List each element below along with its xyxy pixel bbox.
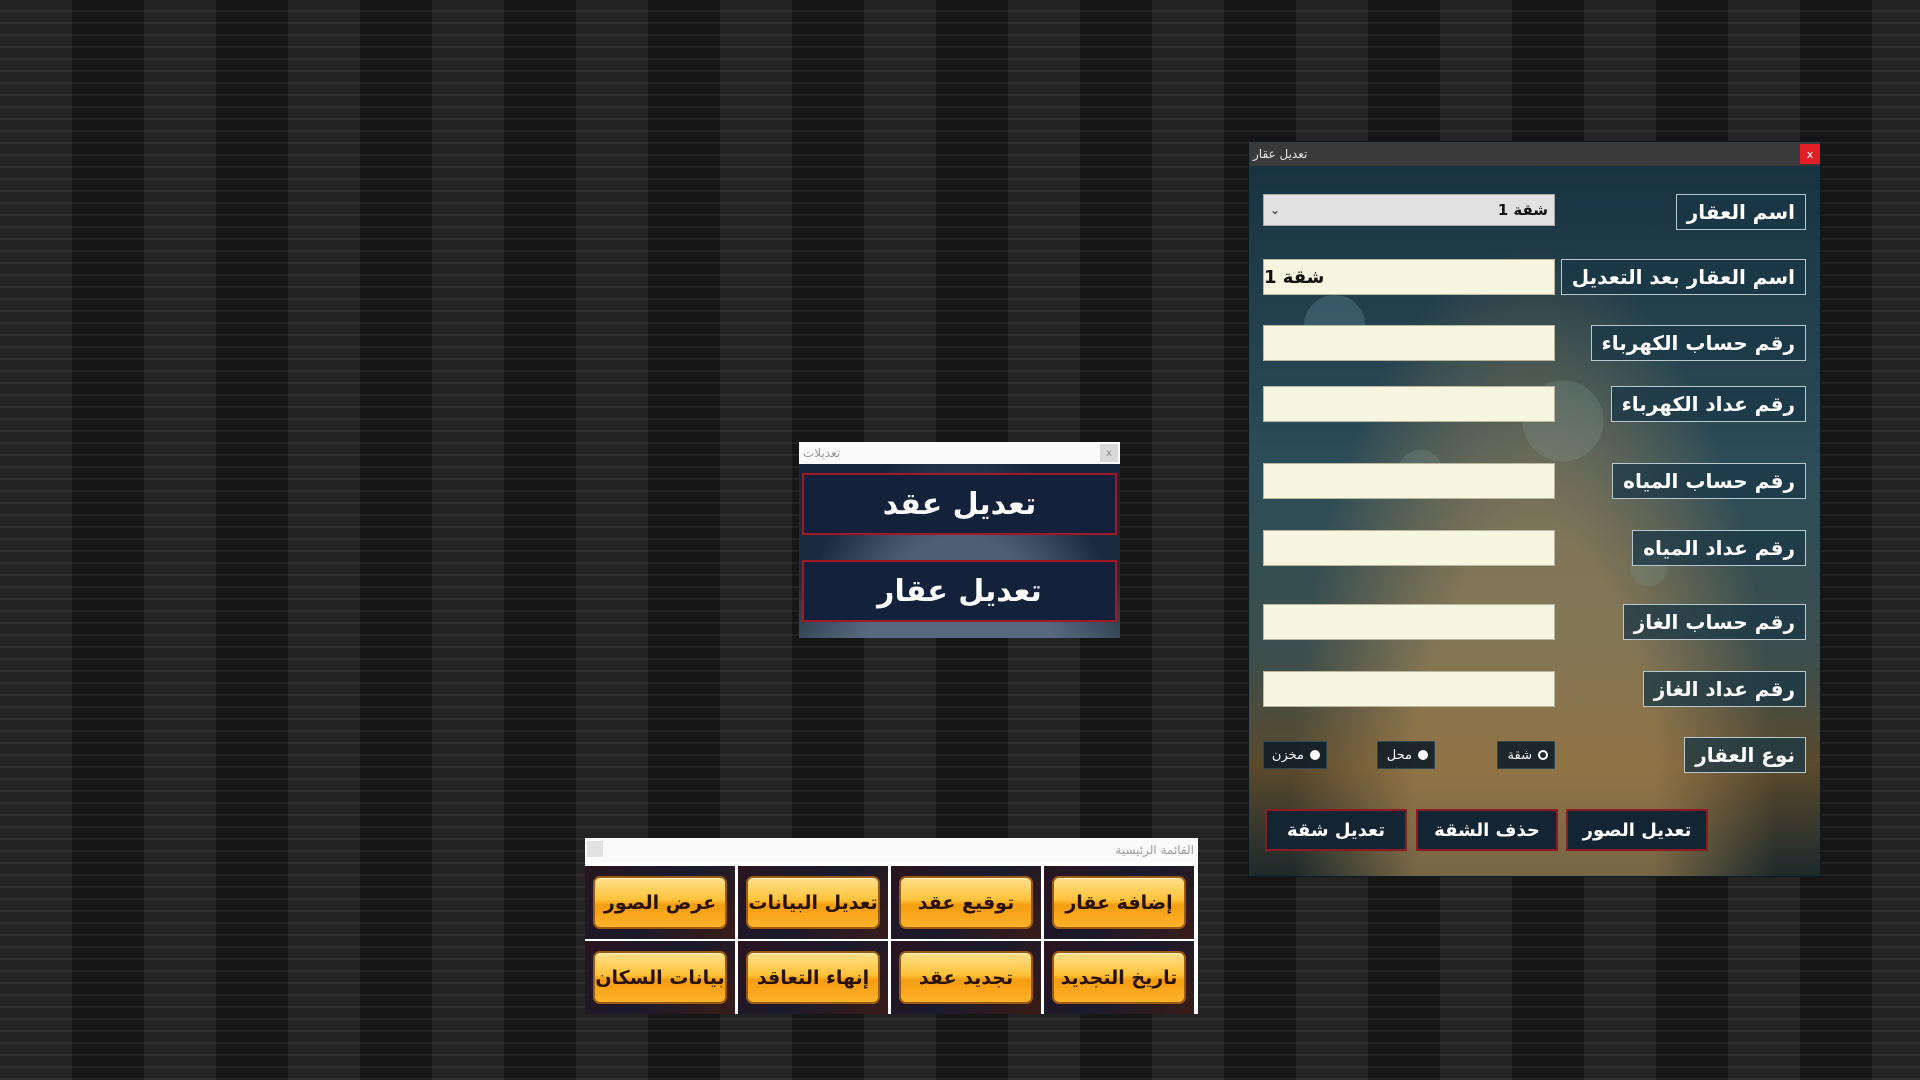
menu-cell: تاريخ التجديد — [1044, 941, 1194, 1014]
property-name-after-input[interactable]: شقة 1 — [1263, 259, 1555, 295]
window-title: تعديلات — [803, 446, 841, 460]
gas-meter-label: رقم عداد الغاز — [1642, 671, 1806, 707]
renew-contract-button[interactable]: تجديد عقد — [899, 951, 1033, 1004]
sign-contract-button[interactable]: توقيع عقد — [899, 876, 1033, 929]
delete-apartment-button[interactable]: حذف الشقة — [1416, 809, 1558, 851]
menu-cell: بيانات السكان — [585, 941, 735, 1014]
main-menu-titlebar[interactable]: القائمة الرئيسية — [585, 838, 1198, 862]
window-control-icon[interactable] — [587, 841, 603, 857]
gas-account-label: رقم حساب الغاز — [1622, 604, 1806, 640]
edit-property-button[interactable]: تعديل عقار — [802, 560, 1117, 622]
property-type-label: نوع العقار — [1684, 737, 1806, 773]
water-meter-label: رقم عداد المياه — [1632, 530, 1806, 566]
electricity-account-input[interactable] — [1263, 325, 1555, 361]
renewal-date-button[interactable]: تاريخ التجديد — [1052, 951, 1186, 1004]
close-button[interactable]: x — [1100, 444, 1118, 462]
water-account-input[interactable] — [1263, 463, 1555, 499]
property-name-after-label: اسم العقار بعد التعديل — [1560, 259, 1806, 295]
gas-meter-input[interactable] — [1263, 671, 1555, 707]
modifications-window: تعديلات x تعديل عقد تعديل عقار — [799, 442, 1120, 638]
menu-cell: توقيع عقد — [891, 866, 1041, 939]
end-contract-button[interactable]: إنهاء التعاقد — [746, 951, 880, 1004]
edit-data-button[interactable]: تعديل البيانات — [746, 876, 880, 929]
view-photos-button[interactable]: عرض الصور — [593, 876, 727, 929]
radio-circle-icon — [1538, 750, 1548, 760]
radio-warehouse-label: مخزن — [1271, 747, 1304, 763]
edit-property-window: تعديل عقار x اسم العقار ⌄ شقة 1 اسم العق… — [1249, 142, 1820, 876]
edit-photos-button[interactable]: تعديل الصور — [1566, 809, 1708, 851]
radio-circle-icon — [1310, 750, 1320, 760]
radio-shop-label: محل — [1386, 747, 1412, 763]
property-name-label: اسم العقار — [1675, 194, 1806, 230]
menu-cell: إنهاء التعاقد — [738, 941, 888, 1014]
gas-account-input[interactable] — [1263, 604, 1555, 640]
menu-cell: عرض الصور — [585, 866, 735, 939]
edit-contract-button[interactable]: تعديل عقد — [802, 473, 1117, 535]
menu-cell: تجديد عقد — [891, 941, 1041, 1014]
add-property-button[interactable]: إضافة عقار — [1052, 876, 1186, 929]
edit-apartment-button[interactable]: تعديل شقة — [1265, 809, 1407, 851]
window-title: تعديل عقار — [1253, 147, 1308, 161]
menu-cell: إضافة عقار — [1044, 866, 1194, 939]
property-select-value: شقة 1 — [1497, 201, 1548, 219]
tenants-data-button[interactable]: بيانات السكان — [593, 951, 727, 1004]
radio-apartment-label: شقة — [1507, 747, 1532, 763]
electricity-account-label: رقم حساب الكهرباء — [1590, 325, 1806, 361]
edit-property-titlebar[interactable]: تعديل عقار x — [1249, 142, 1820, 166]
radio-circle-icon — [1418, 750, 1428, 760]
radio-warehouse[interactable]: مخزن — [1263, 741, 1327, 769]
close-button[interactable]: x — [1800, 144, 1820, 164]
electricity-meter-label: رقم عداد الكهرباء — [1610, 386, 1806, 422]
menu-cell: تعديل البيانات — [738, 866, 888, 939]
water-meter-input[interactable] — [1263, 530, 1555, 566]
radio-apartment[interactable]: شقة — [1497, 741, 1555, 769]
window-title: القائمة الرئيسية — [1115, 843, 1194, 857]
modifications-titlebar[interactable]: تعديلات x — [799, 442, 1120, 464]
main-menu-window: القائمة الرئيسية إضافة عقار توقيع عقد تع… — [585, 838, 1198, 1014]
water-account-label: رقم حساب المياه — [1612, 463, 1806, 499]
chevron-down-icon[interactable]: ⌄ — [1270, 203, 1280, 217]
electricity-meter-input[interactable] — [1263, 386, 1555, 422]
radio-shop[interactable]: محل — [1377, 741, 1435, 769]
property-select[interactable]: ⌄ شقة 1 — [1263, 194, 1555, 226]
